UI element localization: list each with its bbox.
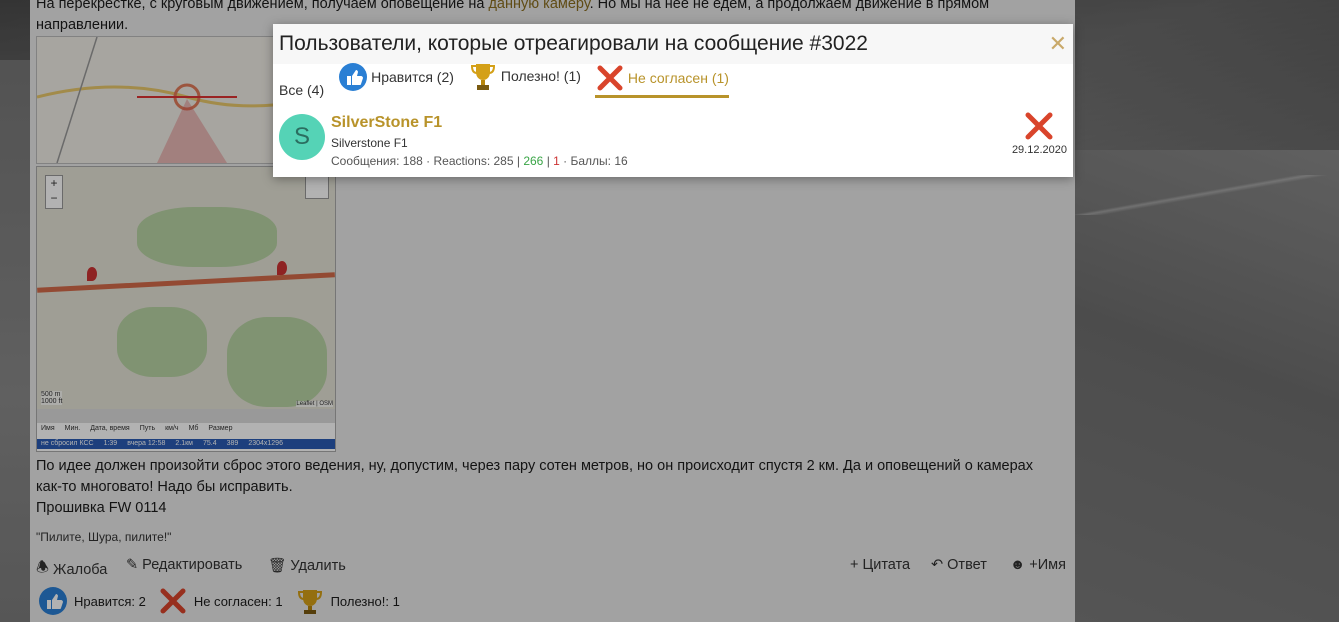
stats-text: · Баллы: 16: [559, 154, 628, 168]
disagree-icon: [1025, 112, 1053, 140]
stats-text: Сообщения: 188 · Reactions: 285 |: [331, 154, 524, 168]
username-link[interactable]: SilverStone F1: [331, 114, 442, 132]
reaction-date: 29.12.2020: [1011, 144, 1067, 156]
trophy-icon: [470, 64, 495, 90]
tab-label: Все (4): [279, 82, 325, 98]
reaction-user-row: S SilverStone F1 Silverstone F1 Сообщени…: [273, 108, 1073, 168]
reactions-dialog: Пользователи, которые отреагировали на с…: [273, 24, 1073, 177]
tab-label: Полезно! (1): [500, 68, 581, 84]
tab-label: Не согласен (1): [627, 70, 729, 86]
disagree-icon: [597, 65, 623, 91]
stats-positive: 266: [523, 154, 544, 168]
stats-negative: 1: [553, 154, 560, 168]
dialog-header: Пользователи, которые отреагировали на с…: [273, 24, 1073, 64]
tab-disagree[interactable]: Не согласен (1): [594, 63, 729, 98]
tab-all[interactable]: Все (4): [279, 82, 324, 102]
dialog-title: Пользователи, которые отреагировали на с…: [279, 32, 868, 55]
close-icon[interactable]: ✕: [1049, 33, 1067, 55]
like-icon: [339, 63, 368, 91]
user-stats: Сообщения: 188 · Reactions: 285 | 266 | …: [331, 154, 628, 168]
tab-like[interactable]: Нравится (2): [338, 62, 454, 96]
reaction-tabs: Все (4) Нравится (2) Полезно! (1) Не сог…: [273, 63, 1073, 102]
tab-useful[interactable]: Полезно! (1): [468, 60, 581, 96]
user-title: Silverstone F1: [331, 136, 408, 150]
avatar[interactable]: S: [279, 114, 325, 160]
tab-label: Нравится (2): [371, 69, 454, 85]
stats-separator: |: [543, 154, 554, 168]
